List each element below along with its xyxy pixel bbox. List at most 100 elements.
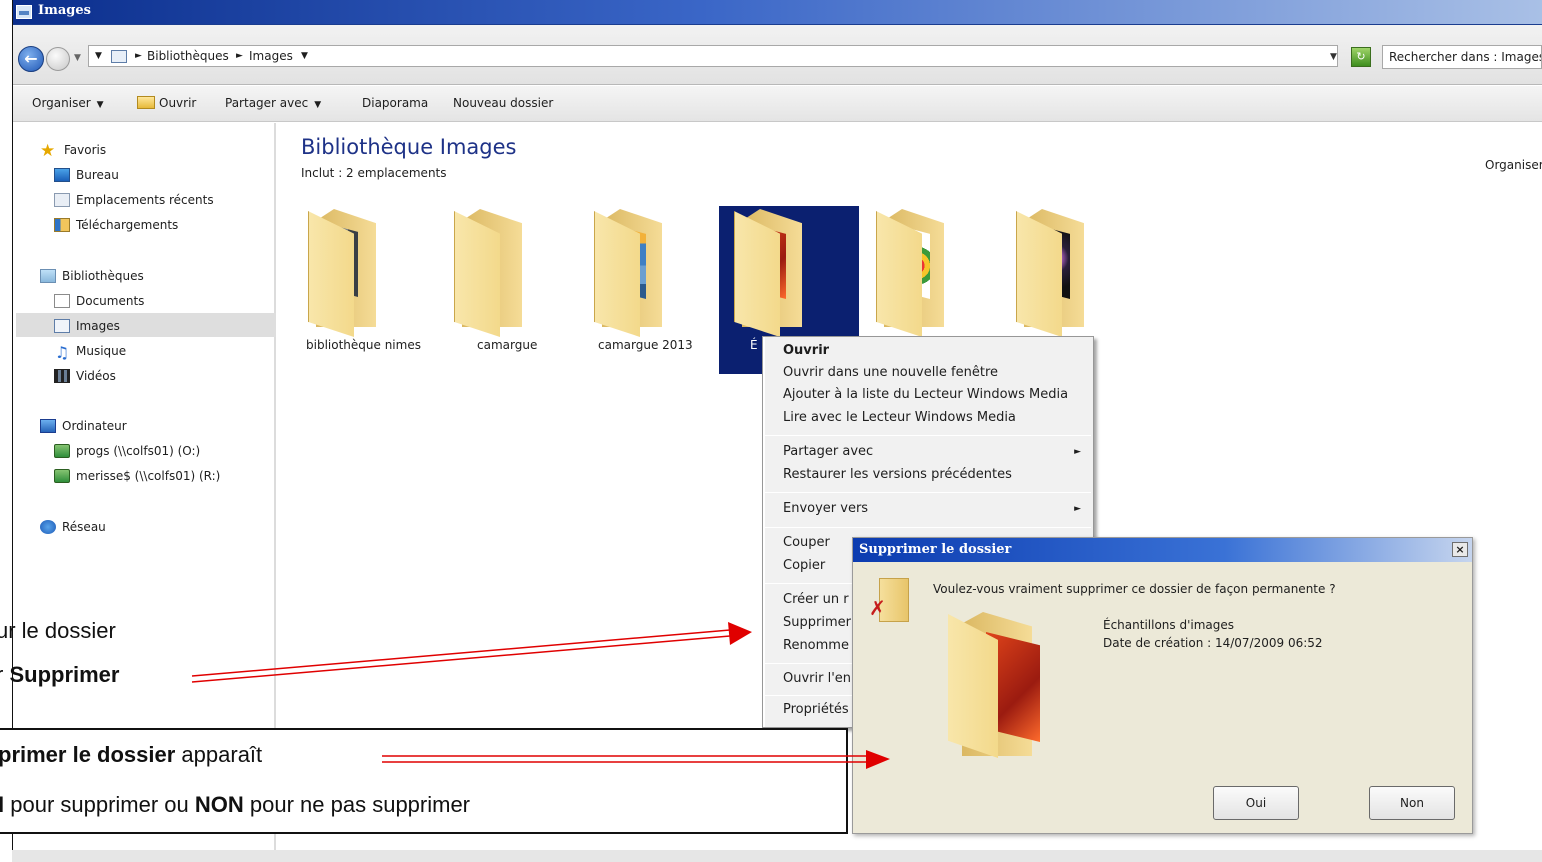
annotation-line-1: ur le dossier: [0, 618, 116, 643]
chevron-right-icon: ►: [135, 51, 142, 61]
menu-item-send-to[interactable]: Envoyer vers: [783, 501, 868, 516]
dialog-titlebar: Supprimer le dossier ×: [853, 538, 1472, 562]
open-folder-icon: [137, 96, 155, 109]
menu-item-copy[interactable]: Copier: [783, 558, 825, 573]
nav-documents[interactable]: Documents: [54, 290, 144, 312]
nav-recent[interactable]: Emplacements récents: [54, 189, 214, 211]
organize-label: Organiser: [32, 96, 91, 110]
back-button[interactable]: ←: [18, 46, 44, 72]
menu-item-open-new-window[interactable]: Ouvrir dans une nouvelle fenêtre: [783, 365, 998, 380]
address-toolbar: ← ▼ ▼ ► Bibliothèques ► Images ▼ ▼ ↻ Rec…: [12, 25, 1542, 85]
menu-item-open-location[interactable]: Ouvrir l'en: [783, 671, 851, 686]
folder-echantillons-images[interactable]: [732, 205, 812, 337]
annotation-text: pour ne pas supprimer: [243, 792, 471, 817]
delete-folder-dialog: Supprimer le dossier × ✗ Voulez-vous vra…: [852, 537, 1473, 834]
submenu-arrow-icon: ►: [1074, 447, 1081, 457]
organize-button[interactable]: Organiser ▼: [32, 96, 104, 110]
dialog-title: Supprimer le dossier: [859, 542, 1012, 557]
menu-item-add-to-wmp-list[interactable]: Ajouter à la liste du Lecteur Windows Me…: [783, 387, 1068, 402]
folder-unnamed-6[interactable]: [1014, 205, 1094, 337]
menu-item-properties[interactable]: Propriétés: [783, 702, 849, 717]
library-icon: [111, 50, 127, 63]
folder-label: bibliothèque nimes: [306, 338, 421, 352]
nav-downloads-label: Téléchargements: [76, 218, 179, 232]
window-titlebar: Images: [12, 0, 1542, 25]
dialog-folder-name: Échantillons d'images: [1103, 618, 1235, 632]
history-dropdown-icon[interactable]: ▼: [74, 53, 81, 63]
large-folder-icon: [948, 608, 1044, 758]
menu-item-create-shortcut[interactable]: Créer un r: [783, 592, 849, 607]
slideshow-button[interactable]: Diaporama: [362, 96, 428, 110]
nav-network[interactable]: Réseau: [40, 516, 106, 538]
breadcrumb-images[interactable]: Images: [249, 49, 293, 63]
menu-item-rename[interactable]: Renomme: [783, 638, 849, 653]
library-locations-link[interactable]: Inclut : 2 emplacements: [301, 166, 447, 180]
film-icon: [54, 369, 70, 383]
share-label: Partager avec: [225, 96, 309, 110]
folder-unnamed-5[interactable]: [874, 205, 954, 337]
nav-drive-progs[interactable]: progs (\\colfs01) (O:): [54, 440, 200, 462]
new-folder-button[interactable]: Nouveau dossier: [453, 96, 553, 110]
folder-label: É: [750, 338, 758, 352]
nav-desktop-label: Bureau: [76, 168, 119, 182]
nav-desktop[interactable]: Bureau: [54, 164, 119, 186]
nav-drive-merisse-label: merisse$ (\\colfs01) (R:): [76, 469, 221, 483]
menu-item-cut[interactable]: Couper: [783, 535, 830, 550]
nav-libraries[interactable]: Bibliothèques: [40, 265, 144, 287]
network-drive-icon: [54, 469, 70, 483]
address-dropdown-icon[interactable]: ▼: [1330, 52, 1337, 62]
folder-camargue-2013[interactable]: [592, 205, 672, 337]
documents-icon: [54, 294, 70, 308]
no-button[interactable]: Non: [1369, 786, 1455, 820]
refresh-button[interactable]: ↻: [1351, 47, 1371, 67]
arrange-by-label[interactable]: Organiser: [1485, 158, 1542, 172]
nav-downloads[interactable]: Téléchargements: [54, 214, 178, 236]
library-title: Bibliothèque Images: [301, 135, 517, 159]
menu-item-share[interactable]: Partager avec: [783, 444, 873, 459]
arrow-to-delete-menu: [191, 622, 752, 683]
nav-computer[interactable]: Ordinateur: [40, 415, 127, 437]
chevron-down-icon[interactable]: ▼: [301, 51, 308, 61]
nav-images[interactable]: Images: [54, 315, 120, 337]
nav-music[interactable]: ♫ Musique: [54, 340, 126, 362]
chevron-down-icon: ▼: [96, 100, 104, 110]
menu-separator: [765, 435, 1091, 436]
open-button[interactable]: Ouvrir: [137, 96, 196, 110]
annotation-bold: NON: [194, 792, 244, 817]
folder-label: camargue 2013: [598, 338, 693, 352]
menu-separator: [765, 527, 1091, 528]
search-input[interactable]: Rechercher dans : Images: [1382, 45, 1542, 69]
folder-bibliotheque-nimes[interactable]: [306, 205, 386, 337]
folder-camargue[interactable]: [452, 205, 532, 337]
menu-item-delete[interactable]: Supprimer: [783, 615, 851, 630]
submenu-arrow-icon: ►: [1074, 504, 1081, 514]
network-drive-icon: [54, 444, 70, 458]
annotation-line-3: primer le dossier apparaît: [0, 742, 262, 768]
menu-item-restore-versions[interactable]: Restaurer les versions précédentes: [783, 467, 1012, 482]
nav-drive-merisse[interactable]: merisse$ (\\colfs01) (R:): [54, 465, 220, 487]
dialog-close-button[interactable]: ×: [1452, 542, 1468, 557]
nav-videos-label: Vidéos: [76, 369, 116, 383]
dialog-folder-info: Échantillons d'images Date de création :…: [1103, 616, 1323, 652]
nav-videos[interactable]: Vidéos: [54, 365, 116, 387]
forward-button[interactable]: [46, 47, 70, 71]
pictures-icon: [54, 319, 70, 333]
annotation-text: pour supprimer ou: [4, 792, 195, 817]
nav-images-label: Images: [76, 319, 120, 333]
share-button[interactable]: Partager avec ▼: [225, 96, 321, 110]
nav-favorites[interactable]: ★ Favoris: [40, 139, 106, 161]
chevron-right-icon: ►: [236, 51, 243, 61]
annotation-bold: Supprimer: [9, 662, 120, 687]
nav-computer-label: Ordinateur: [62, 419, 127, 433]
breadcrumb[interactable]: ▼ ► Bibliothèques ► Images ▼: [88, 45, 1338, 67]
menu-item-play-wmp[interactable]: Lire avec le Lecteur Windows Media: [783, 410, 1016, 425]
yes-button[interactable]: Oui: [1213, 786, 1299, 820]
folder-label: camargue: [477, 338, 538, 352]
menu-gutter: [763, 337, 765, 727]
open-label: Ouvrir: [159, 96, 197, 110]
breadcrumb-root-chevron-icon[interactable]: ▼: [95, 51, 102, 61]
pictures-library-icon: [16, 5, 32, 19]
dialog-created-date: Date de création : 14/07/2009 06:52: [1103, 636, 1323, 650]
breadcrumb-libraries[interactable]: Bibliothèques: [147, 49, 229, 63]
menu-item-open[interactable]: Ouvrir: [783, 343, 829, 358]
